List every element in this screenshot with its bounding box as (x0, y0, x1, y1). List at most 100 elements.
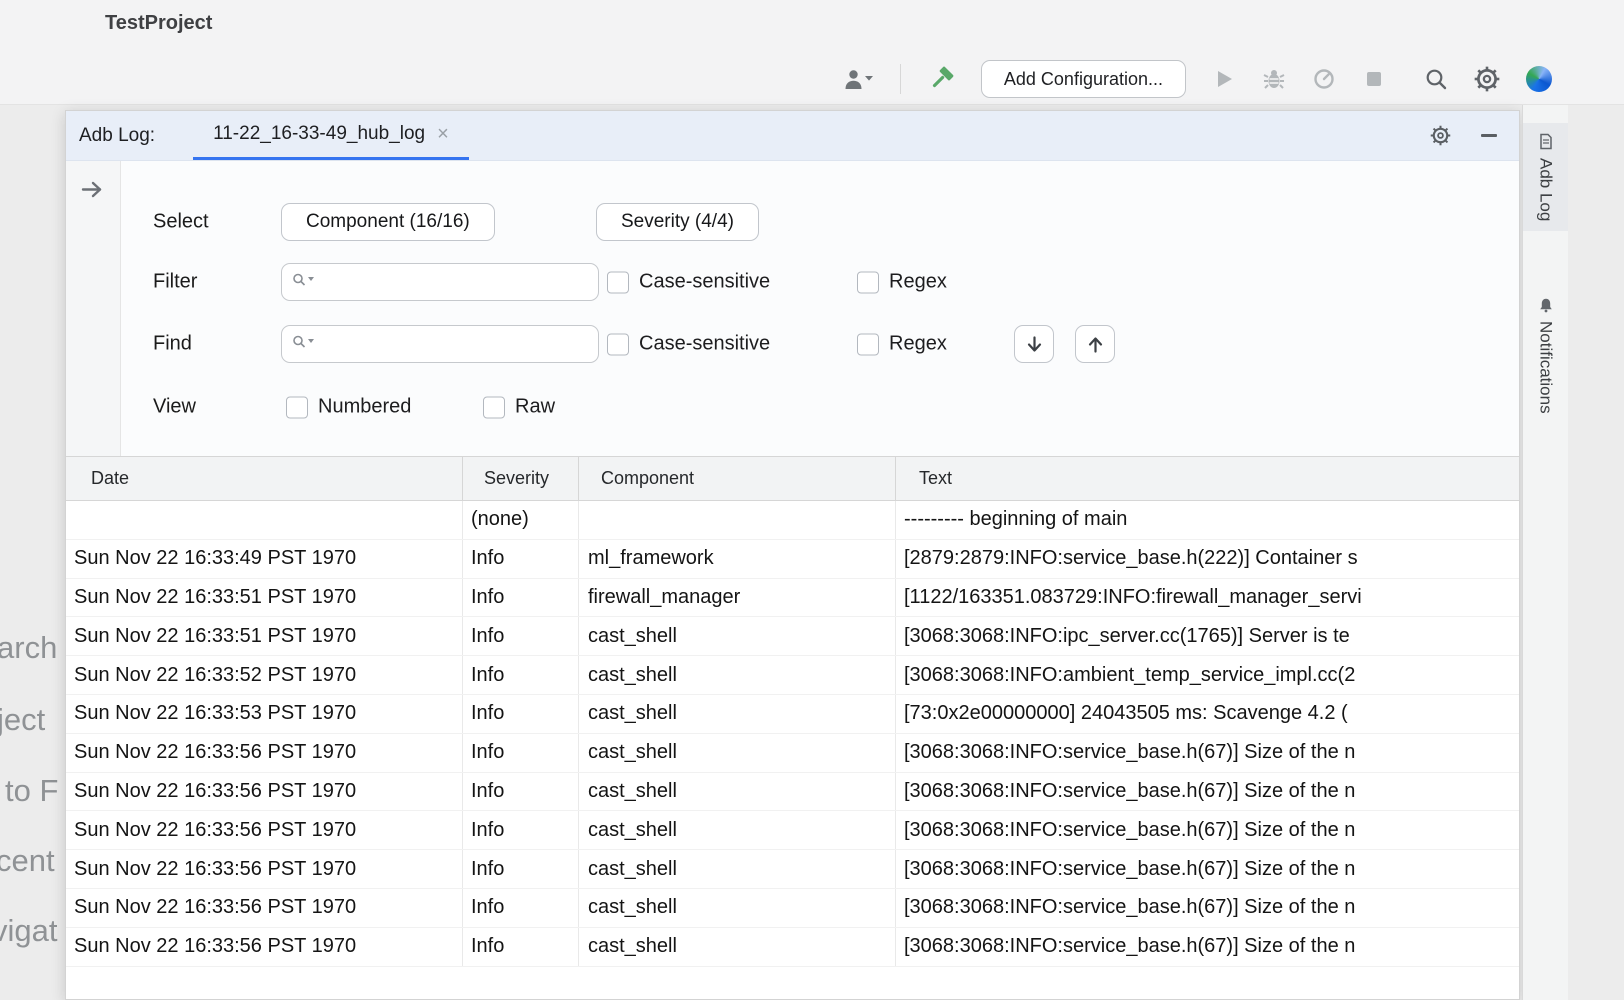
find-previous-button[interactable] (1075, 325, 1115, 363)
find-input[interactable] (324, 327, 590, 361)
filter-case-sensitive-checkbox[interactable]: Case-sensitive (607, 271, 770, 294)
cell-component (579, 501, 896, 539)
expand-arrow-icon[interactable] (81, 181, 105, 198)
filter-zone: Select Component (16/16) Severity (4/4) … (66, 161, 1519, 456)
checkbox-box[interactable] (483, 396, 505, 418)
stop-icon[interactable] (1362, 67, 1386, 91)
cell-severity: Info (463, 695, 579, 733)
cell-text: [3068:3068:INFO:service_base.h(67)] Size… (896, 850, 1519, 888)
cell-text: [3068:3068:INFO:service_base.h(67)] Size… (896, 734, 1519, 772)
cell-component: firewall_manager (579, 579, 896, 617)
table-row[interactable]: Sun Nov 22 16:33:51 PST 1970Infofirewall… (66, 579, 1519, 618)
filter-regex-checkbox[interactable]: Regex (857, 271, 947, 294)
table-row[interactable]: Sun Nov 22 16:33:49 PST 1970Infoml_frame… (66, 540, 1519, 579)
tool-window-settings-icon[interactable] (1430, 125, 1451, 146)
cell-date: Sun Nov 22 16:33:56 PST 1970 (66, 850, 463, 888)
checkbox-box[interactable] (286, 396, 308, 418)
title-bar: TestProject Add Configuration... (0, 0, 1624, 105)
component-filter-button[interactable]: Component (16/16) (281, 203, 495, 241)
cell-date: Sun Nov 22 16:33:56 PST 1970 (66, 811, 463, 849)
toolbar-divider (900, 64, 901, 94)
checkbox-box[interactable] (607, 333, 629, 355)
minimize-icon[interactable] (1481, 134, 1497, 137)
table-row[interactable]: Sun Nov 22 16:33:56 PST 1970Infocast_she… (66, 773, 1519, 812)
table-row[interactable]: Sun Nov 22 16:33:56 PST 1970Infocast_she… (66, 811, 1519, 850)
column-header-text[interactable]: Text (896, 457, 1519, 500)
stripe-label-notifications: Notifications (1536, 321, 1556, 414)
user-icon[interactable] (844, 68, 874, 90)
table-row[interactable]: Sun Nov 22 16:33:51 PST 1970Infocast_she… (66, 617, 1519, 656)
close-icon[interactable]: × (437, 124, 449, 144)
filter-input[interactable] (324, 265, 590, 299)
table-row[interactable]: Sun Nov 22 16:33:52 PST 1970Infocast_she… (66, 656, 1519, 695)
cell-date: Sun Nov 22 16:33:56 PST 1970 (66, 734, 463, 772)
log-tab[interactable]: 11-22_16-33-49_hub_log × (193, 111, 469, 160)
profiler-icon[interactable] (1312, 67, 1336, 91)
cell-text: --------- beginning of main (896, 501, 1519, 539)
build-hammer-icon[interactable] (927, 65, 955, 93)
cell-component: cast_shell (579, 734, 896, 772)
table-row[interactable]: Sun Nov 22 16:33:56 PST 1970Infocast_she… (66, 734, 1519, 773)
cell-severity: Info (463, 656, 579, 694)
view-raw-checkbox[interactable]: Raw (483, 396, 555, 419)
background-hint-text: vigat (0, 913, 57, 949)
cell-text: [3068:3068:INFO:ipc_server.cc(1765)] Ser… (896, 617, 1519, 655)
cell-component: ml_framework (579, 540, 896, 578)
table-row[interactable]: (none) --------- beginning of main (66, 501, 1519, 540)
cell-text: [2879:2879:INFO:service_base.h(222)] Con… (896, 540, 1519, 578)
filter-label: Filter (153, 271, 197, 294)
cell-severity: Info (463, 617, 579, 655)
cell-severity: (none) (463, 501, 579, 539)
stripe-item-notifications[interactable]: Notifications (1523, 287, 1568, 424)
run-icon[interactable] (1212, 67, 1236, 91)
view-numbered-checkbox[interactable]: Numbered (286, 396, 411, 419)
cell-text: [3068:3068:INFO:service_base.h(67)] Size… (896, 928, 1519, 966)
cell-severity: Info (463, 540, 579, 578)
search-field-icon[interactable] (292, 335, 316, 354)
gutter (66, 161, 121, 456)
add-configuration-button[interactable]: Add Configuration... (981, 60, 1186, 98)
background-hints: archjectto Fcentvigat (0, 105, 65, 1000)
cell-date: Sun Nov 22 16:33:52 PST 1970 (66, 656, 463, 694)
cell-text: [3068:3068:INFO:ambient_temp_service_imp… (896, 656, 1519, 694)
adb-log-doc-icon (1538, 133, 1554, 150)
table-row[interactable]: Sun Nov 22 16:33:56 PST 1970Infocast_she… (66, 850, 1519, 889)
checkbox-box[interactable] (607, 271, 629, 293)
main-toolbar: Add Configuration... (844, 58, 1552, 100)
cell-date: Sun Nov 22 16:33:56 PST 1970 (66, 889, 463, 927)
table-row[interactable]: Sun Nov 22 16:33:56 PST 1970Infocast_she… (66, 928, 1519, 967)
table-row[interactable]: Sun Nov 22 16:33:56 PST 1970Infocast_she… (66, 889, 1519, 928)
checkbox-box[interactable] (857, 271, 879, 293)
background-hint-text: arch (0, 630, 57, 666)
severity-filter-button[interactable]: Severity (4/4) (596, 203, 759, 241)
tool-window-actions (1430, 125, 1519, 146)
column-header-date[interactable]: Date (66, 457, 463, 500)
cell-severity: Info (463, 928, 579, 966)
log-tab-label: 11-22_16-33-49_hub_log (213, 123, 425, 145)
cell-severity: Info (463, 811, 579, 849)
log-table-header: Date Severity Component Text (66, 456, 1519, 501)
checkbox-box[interactable] (857, 333, 879, 355)
cell-date: Sun Nov 22 16:33:56 PST 1970 (66, 773, 463, 811)
cell-component: cast_shell (579, 889, 896, 927)
cell-component: cast_shell (579, 695, 896, 733)
search-field-icon[interactable] (292, 273, 316, 292)
search-icon[interactable] (1424, 67, 1448, 91)
debug-icon[interactable] (1262, 67, 1286, 91)
ide-logo-icon[interactable] (1526, 66, 1552, 92)
cell-date (66, 501, 463, 539)
find-case-sensitive-checkbox[interactable]: Case-sensitive (607, 333, 770, 356)
column-header-component[interactable]: Component (579, 457, 896, 500)
stripe-item-adb-log[interactable]: Adb Log (1523, 123, 1568, 231)
cell-date: Sun Nov 22 16:33:56 PST 1970 (66, 928, 463, 966)
cell-text: [73:0x2e00000000] 24043505 ms: Scavenge … (896, 695, 1519, 733)
settings-icon[interactable] (1474, 66, 1500, 92)
find-row: Find Case-sensitive (121, 324, 1519, 364)
view-label: View (153, 396, 196, 419)
column-header-severity[interactable]: Severity (463, 457, 579, 500)
cell-text: [1122/163351.083729:INFO:firewall_manage… (896, 579, 1519, 617)
cell-severity: Info (463, 773, 579, 811)
table-row[interactable]: Sun Nov 22 16:33:53 PST 1970Infocast_she… (66, 695, 1519, 734)
find-next-button[interactable] (1014, 325, 1054, 363)
find-regex-checkbox[interactable]: Regex (857, 333, 947, 356)
